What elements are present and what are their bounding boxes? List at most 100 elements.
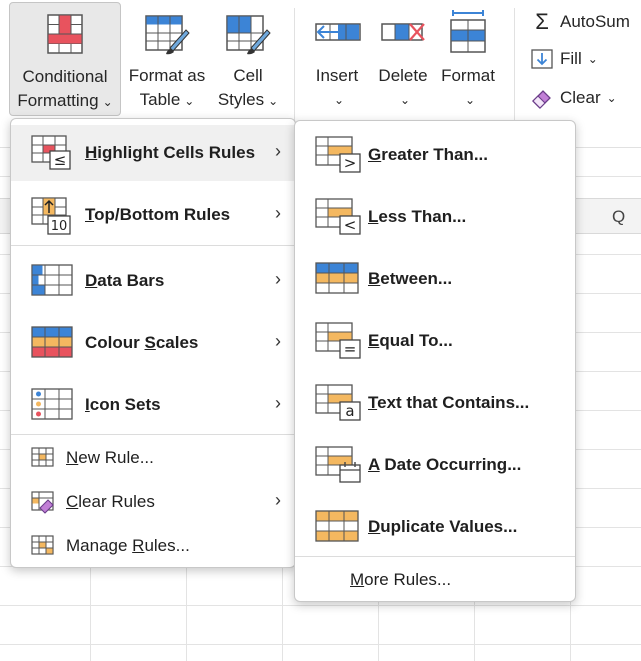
- menu-separator: [295, 556, 575, 557]
- chevron-right-icon: ›: [275, 203, 281, 223]
- submenu-item-equal-to[interactable]: = Equal To...: [295, 311, 575, 371]
- chevron-down-icon: ⌄: [606, 91, 617, 105]
- format-as-table-icon: [142, 8, 192, 58]
- chevron-down-icon: ⌄: [464, 93, 476, 107]
- fill-label: Fill: [560, 49, 582, 68]
- format-cells-icon: [443, 8, 493, 58]
- menu-item-highlight-cells-rules[interactable]: ≤ Highlight Cells Rules ›: [11, 125, 295, 181]
- clear-button[interactable]: Clear ⌄: [530, 84, 617, 112]
- autosum-label: AutoSum: [560, 12, 630, 31]
- menu-item-label: con Sets: [89, 395, 161, 414]
- delete-cells-icon: [378, 8, 428, 58]
- menu-separator: [11, 245, 295, 246]
- column-header-q[interactable]: Q: [612, 207, 625, 227]
- clear-rules-icon: [31, 491, 57, 515]
- submenu-item-less-than[interactable]: < Less Than...: [295, 187, 575, 247]
- menu-item-label-pre: Colour: [85, 333, 145, 352]
- menu-item-label: ules...: [144, 536, 190, 555]
- between-icon: [315, 261, 359, 297]
- manage-rules-icon: [31, 535, 55, 557]
- submenu-label: qual To...: [379, 331, 453, 350]
- icon-sets-icon: [31, 387, 75, 421]
- submenu-label: ext that Contains...: [377, 393, 530, 412]
- chevron-down-icon: ⌄: [399, 93, 411, 107]
- submenu-item-text-that-contains[interactable]: a Text that Contains...: [295, 373, 575, 433]
- highlight-cells-rules-submenu: > Greater Than... < Less Than... Between…: [294, 120, 576, 602]
- menu-item-label-accel: N: [66, 448, 79, 467]
- chevron-down-icon: ⌄: [268, 94, 279, 108]
- submenu-item-more-rules[interactable]: More Rules...: [295, 559, 575, 601]
- menu-item-icon-sets[interactable]: Icon Sets ›: [11, 373, 295, 435]
- cell-styles-icon: [223, 8, 273, 58]
- menu-item-label: lear Rules: [78, 492, 155, 511]
- svg-text:=: =: [344, 340, 357, 358]
- new-rule-icon: [31, 447, 55, 469]
- format-as-table-button[interactable]: Format as Table ⌄: [125, 2, 209, 116]
- chevron-down-icon: ⌄: [333, 93, 345, 107]
- text-contains-icon: a: [315, 382, 363, 424]
- less-than-icon: <: [315, 196, 363, 238]
- fill-down-icon: [530, 47, 554, 71]
- conditional-formatting-button[interactable]: Conditional Formatting ⌄: [9, 2, 121, 116]
- menu-item-label-accel: H: [85, 143, 98, 162]
- delete-label: Delete: [378, 66, 428, 85]
- chevron-down-icon: ⌄: [102, 95, 113, 109]
- menu-item-new-rule[interactable]: New Rule...: [11, 437, 295, 479]
- format-as-table-label-1: Format as: [128, 66, 206, 85]
- submenu-label-accel: M: [350, 570, 365, 589]
- submenu-label-accel: B: [368, 269, 381, 288]
- equal-to-icon: =: [315, 320, 363, 362]
- menu-item-top-bottom-rules[interactable]: 10 Top/Bottom Rules ›: [11, 185, 295, 243]
- submenu-label-accel: A: [368, 455, 380, 474]
- fill-button[interactable]: Fill ⌄: [530, 45, 598, 73]
- menu-item-clear-rules[interactable]: Clear Rules ›: [11, 481, 295, 523]
- menu-item-label-accel: C: [66, 492, 79, 511]
- menu-item-label: ata Bars: [97, 271, 165, 290]
- submenu-item-date-occurring[interactable]: A Date Occurring...: [295, 435, 575, 495]
- submenu-label: reater Than...: [381, 145, 488, 164]
- duplicate-values-icon: [315, 509, 359, 545]
- autosum-button[interactable]: Σ AutoSum: [530, 8, 630, 36]
- submenu-label-accel: T: [368, 393, 378, 412]
- svg-text:≤: ≤: [54, 151, 67, 169]
- menu-item-manage-rules[interactable]: Manage Rules...: [11, 525, 295, 567]
- insert-cells-icon: [312, 8, 362, 58]
- greater-than-icon: >: [315, 134, 363, 176]
- menu-item-data-bars[interactable]: Data Bars ›: [11, 249, 295, 311]
- conditional-formatting-menu: ≤ Highlight Cells Rules › 10 Top/Bottom …: [10, 118, 296, 568]
- top-bottom-icon: 10: [31, 195, 75, 237]
- chevron-right-icon: ›: [275, 269, 281, 289]
- insert-button[interactable]: Insert ⌄: [306, 2, 368, 116]
- chevron-right-icon: ›: [275, 331, 281, 351]
- chevron-right-icon: ›: [275, 141, 281, 161]
- submenu-label-accel: D: [368, 517, 381, 536]
- format-button[interactable]: Format ⌄: [437, 2, 499, 116]
- svg-text:a: a: [345, 402, 354, 420]
- submenu-label-accel: G: [368, 145, 382, 164]
- menu-item-label-accel: T: [85, 205, 95, 224]
- menu-item-label: op/Bottom Rules: [94, 205, 231, 224]
- submenu-item-between[interactable]: Between...: [295, 249, 575, 309]
- clear-label: Clear: [560, 88, 601, 107]
- submenu-label: Date Occurring...: [379, 455, 522, 474]
- conditional-formatting-label-2: Formatting: [17, 91, 99, 110]
- data-bars-icon: [31, 263, 75, 297]
- menu-item-label-accel: S: [144, 333, 156, 352]
- colour-scales-icon: [31, 325, 75, 359]
- submenu-item-greater-than[interactable]: > Greater Than...: [295, 125, 575, 185]
- delete-button[interactable]: Delete ⌄: [372, 2, 434, 116]
- conditional-formatting-icon: [40, 9, 90, 59]
- ribbon-group-divider: [514, 8, 515, 130]
- chevron-down-icon: ⌄: [587, 52, 598, 66]
- submenu-label-accel: L: [368, 207, 379, 226]
- insert-label: Insert: [315, 66, 359, 85]
- ribbon-group-divider: [294, 8, 295, 130]
- menu-item-colour-scales[interactable]: Colour Scales ›: [11, 311, 295, 373]
- submenu-label: uplicate Values...: [380, 517, 518, 536]
- cell-styles-button[interactable]: Cell Styles ⌄: [212, 2, 284, 116]
- menu-item-label-accel: R: [132, 536, 145, 555]
- submenu-item-duplicate-values[interactable]: Duplicate Values...: [295, 497, 575, 557]
- format-label: Format: [441, 66, 495, 85]
- highlight-cells-icon: ≤: [31, 133, 75, 173]
- chevron-down-icon: ⌄: [184, 94, 195, 108]
